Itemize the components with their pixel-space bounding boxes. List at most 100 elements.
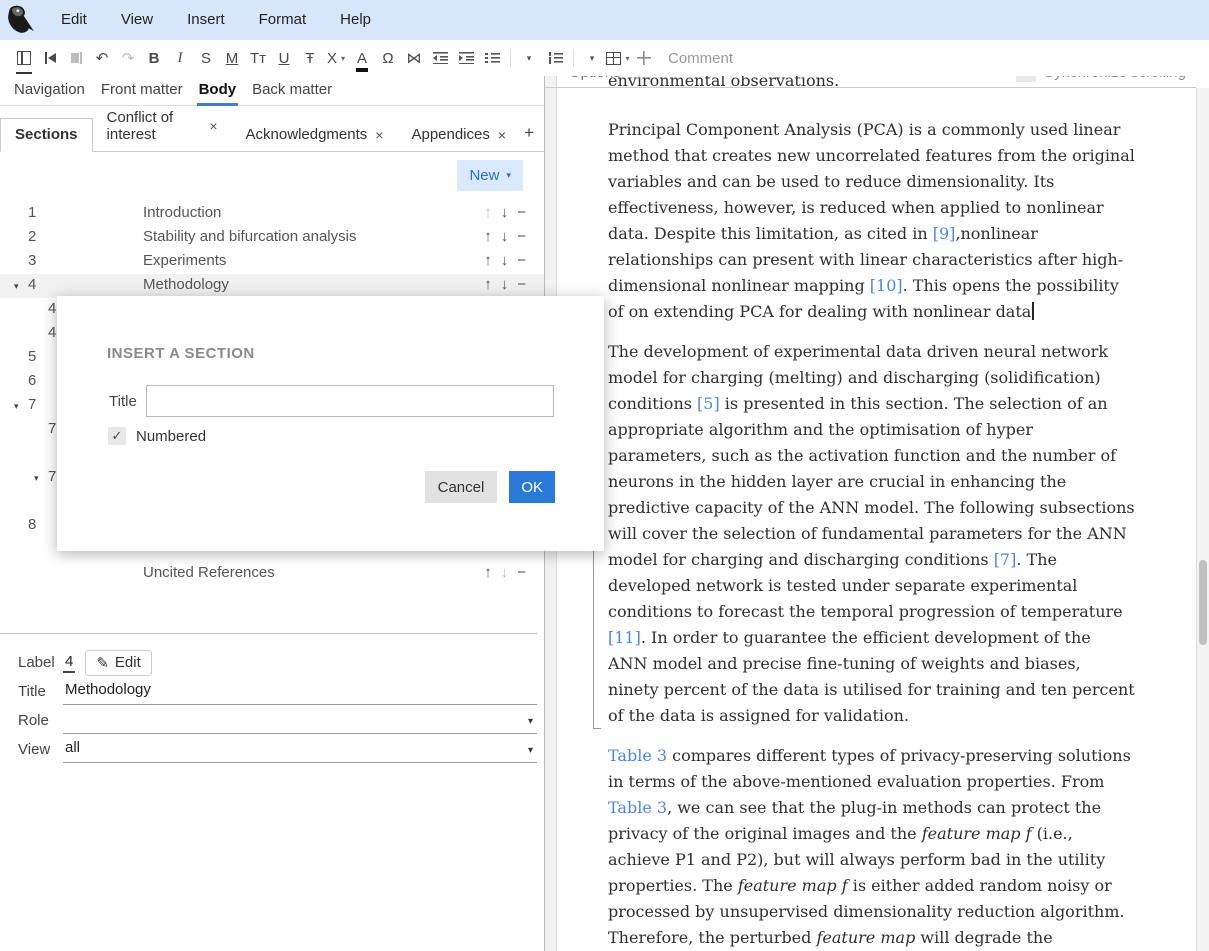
- edit-label-button[interactable]: ✎ Edit: [85, 650, 151, 676]
- font-color-button[interactable]: A: [350, 44, 374, 72]
- outdent-button[interactable]: [428, 44, 452, 72]
- row-controls: ↑ ↓−: [484, 252, 526, 269]
- citation-link[interactable]: [5]: [697, 394, 720, 413]
- document-scrollbar[interactable]: [1196, 88, 1209, 951]
- section-title-input[interactable]: [146, 385, 554, 417]
- move-down-icon[interactable]: ↓: [501, 276, 509, 293]
- view-tab-navigation[interactable]: Navigation: [6, 76, 93, 106]
- undo-button[interactable]: ↶: [90, 44, 114, 72]
- page-layout-icon: [17, 51, 31, 65]
- section-tab-appendices[interactable]: Appendices×: [397, 119, 520, 151]
- expand-triangle-icon[interactable]: ▾: [34, 473, 39, 484]
- scrollbar-thumb[interactable]: [1199, 560, 1207, 645]
- small-caps-button[interactable]: Tт: [246, 44, 270, 72]
- document-column: Principal Component Analysis (PCA) is a …: [608, 117, 1135, 951]
- section-row[interactable]: 2Stability and bifurcation analysis↑↓−: [0, 226, 544, 250]
- section-row[interactable]: Uncited References↑↓−: [0, 562, 544, 586]
- menu-help[interactable]: Help: [323, 0, 388, 40]
- close-icon[interactable]: ×: [375, 127, 383, 143]
- strikethrough-button[interactable]: S: [194, 44, 218, 72]
- section-title: Stability and bifurcation analysis: [143, 228, 356, 245]
- move-up-icon[interactable]: ↑: [484, 564, 492, 581]
- section-row[interactable]: 3Experiments↑↓−: [0, 250, 544, 274]
- move-up-icon[interactable]: ↑: [484, 276, 492, 293]
- inline-math-button[interactable]: ⋈: [402, 44, 426, 72]
- indent-button[interactable]: [454, 44, 478, 72]
- ok-button[interactable]: OK: [509, 471, 555, 503]
- menu-insert[interactable]: Insert: [170, 0, 242, 40]
- bullet-list-caret-button[interactable]: ▾: [517, 44, 541, 72]
- title-key: Title: [18, 683, 63, 700]
- role-key: Role: [18, 712, 63, 729]
- move-up-icon[interactable]: ↑: [484, 252, 492, 269]
- citation-link[interactable]: [10]: [870, 276, 903, 295]
- overline-icon: Ŧ: [305, 50, 314, 67]
- remove-icon[interactable]: −: [517, 204, 526, 221]
- numbered-list-button[interactable]: [543, 44, 567, 72]
- document-editor-surface[interactable]: Principal Component Analysis (PCA) is a …: [545, 88, 1196, 951]
- jump-to-start-button[interactable]: [38, 44, 62, 72]
- text-fragment: compares different types of privacy-pres…: [608, 746, 1131, 791]
- new-section-button[interactable]: New ▾: [457, 160, 523, 191]
- view-select[interactable]: all: [63, 736, 537, 763]
- section-tab-acknowledgments[interactable]: Acknowledgments×: [232, 119, 398, 151]
- paragraph: The development of experimental data dri…: [608, 339, 1135, 729]
- table-ref-link[interactable]: Table 3: [608, 798, 667, 817]
- section-tab-conflict-of-interest[interactable]: Conflict of interest×: [93, 102, 232, 151]
- citation-link[interactable]: [9]: [933, 224, 956, 243]
- move-up-icon: ↑: [484, 204, 492, 221]
- section-row[interactable]: 1Introduction↑↓−: [0, 202, 544, 226]
- role-select[interactable]: [63, 708, 537, 734]
- remove-icon[interactable]: −: [517, 252, 526, 269]
- monospace-button[interactable]: M: [220, 44, 244, 72]
- numbered-checkbox[interactable]: ✓: [108, 427, 126, 445]
- menu-view[interactable]: View: [104, 0, 170, 40]
- section-row[interactable]: ▾4Methodology↑↓−: [0, 274, 544, 298]
- overline-button[interactable]: Ŧ: [298, 44, 322, 72]
- expand-triangle-icon[interactable]: ▾: [14, 401, 19, 412]
- move-up-icon[interactable]: ↑: [484, 228, 492, 245]
- page-layout-button[interactable]: [12, 44, 36, 72]
- title-field[interactable]: Methodology: [63, 678, 537, 705]
- bold-button[interactable]: B: [142, 44, 166, 72]
- move-down-icon[interactable]: ↓: [501, 204, 509, 221]
- table-button[interactable]: ▾: [606, 44, 630, 72]
- remove-icon[interactable]: −: [517, 228, 526, 245]
- move-down-icon: ↓: [501, 564, 509, 581]
- view-tab-body[interactable]: Body: [191, 76, 245, 106]
- bullet-list-button[interactable]: [480, 44, 504, 72]
- remove-icon[interactable]: −: [517, 276, 526, 293]
- view-tab-back-matter[interactable]: Back matter: [244, 76, 340, 106]
- menu-format[interactable]: Format: [242, 0, 324, 40]
- section-tab-sections[interactable]: Sections: [0, 118, 93, 152]
- move-down-icon[interactable]: ↓: [501, 252, 509, 269]
- remove-icon[interactable]: −: [517, 564, 526, 581]
- view-tabs: NavigationFront matterBodyBack matter: [0, 76, 544, 106]
- cancel-button[interactable]: Cancel: [425, 471, 498, 503]
- view-tab-front-matter[interactable]: Front matter: [93, 76, 191, 106]
- table-ref-link[interactable]: Table 3: [608, 746, 667, 765]
- comment-button[interactable]: Comment: [668, 50, 733, 67]
- insert-section-dialog: INSERT A SECTION Title ✓ Numbered Cancel…: [57, 296, 604, 551]
- table-icon: [606, 52, 621, 65]
- numbered-list-caret-button[interactable]: ▾: [580, 44, 604, 72]
- new-button-label: New: [469, 167, 499, 184]
- move-down-icon[interactable]: ↓: [501, 228, 509, 245]
- expand-triangle-icon[interactable]: ▾: [14, 281, 19, 292]
- add-section-tab-button[interactable]: +: [520, 116, 544, 151]
- citation-link[interactable]: [7]: [994, 550, 1017, 569]
- text-fragment: feature map f: [738, 876, 848, 895]
- inspector-label-row: Label 4 ✎ Edit: [18, 648, 537, 677]
- citation-link[interactable]: [11]: [608, 628, 641, 647]
- bold-icon: B: [149, 50, 160, 67]
- underline-button[interactable]: U: [272, 44, 296, 72]
- italic-button[interactable]: I: [168, 44, 192, 72]
- close-icon[interactable]: ×: [209, 118, 217, 134]
- sub-sup-button[interactable]: X▾: [324, 44, 348, 72]
- special-char-button[interactable]: Ω: [376, 44, 400, 72]
- text-fragment: . In order to guarantee the efficient de…: [608, 628, 1135, 725]
- redo-button: ↷: [116, 44, 140, 72]
- menu-edit[interactable]: Edit: [44, 0, 104, 40]
- move-button[interactable]: [632, 44, 656, 72]
- close-icon[interactable]: ×: [498, 127, 506, 143]
